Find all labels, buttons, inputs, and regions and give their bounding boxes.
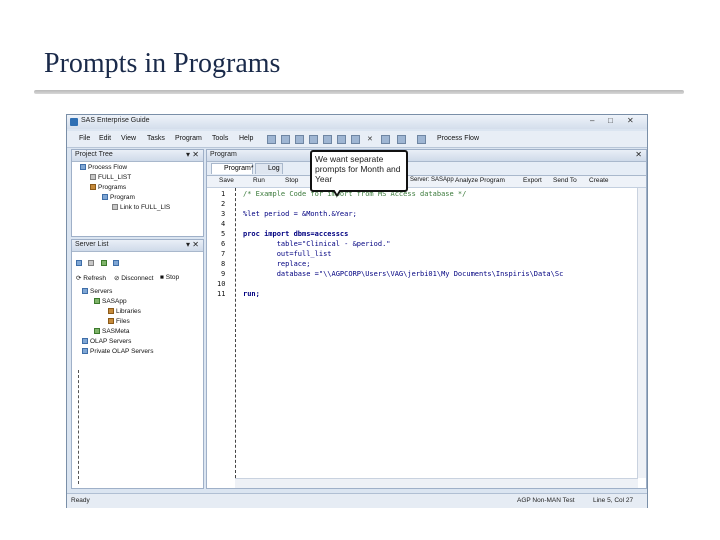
code-line: replace;: [243, 260, 311, 268]
tree-process-flow[interactable]: Process Flow: [80, 164, 127, 171]
tree-programs[interactable]: Programs: [90, 184, 126, 191]
tree-files[interactable]: Files: [108, 318, 130, 325]
run-button[interactable]: Run: [253, 177, 265, 184]
close-icon[interactable]: ✕: [635, 150, 642, 159]
paste-icon[interactable]: [351, 135, 360, 144]
tree-libraries[interactable]: Libraries: [108, 308, 141, 315]
code-line: run;: [243, 290, 260, 298]
new-icon[interactable]: [267, 135, 276, 144]
vertical-scrollbar[interactable]: [637, 188, 646, 478]
server-node-icon: [94, 298, 100, 305]
menu-program[interactable]: Program: [175, 135, 202, 142]
project-tree-header: Project Tree ▾ ✕: [72, 150, 203, 162]
status-text: Ready: [71, 497, 90, 504]
tree-link[interactable]: Link to FULL_LIS: [112, 204, 170, 211]
window-titlebar: SAS Enterprise Guide – □ ✕: [67, 115, 647, 129]
code-area[interactable]: /* Example Code for import from MS Acces…: [207, 188, 638, 478]
code-line: table="Clinical - &period.": [243, 240, 391, 248]
redo-icon[interactable]: [397, 135, 406, 144]
servers-icon: [82, 288, 88, 295]
analyze-program-button[interactable]: Analyze Program: [455, 177, 505, 184]
undo-icon[interactable]: [381, 135, 390, 144]
save-icon[interactable]: [295, 135, 304, 144]
slide-title: Prompts in Programs: [44, 48, 281, 79]
code-line: proc import dbms=accesscs: [243, 230, 349, 238]
close-icon[interactable]: ▾ ✕: [186, 150, 199, 159]
process-flow-icon: [80, 164, 86, 171]
maximize-button[interactable]: □: [608, 116, 613, 125]
status-server[interactable]: AGP Non-MAN Test: [517, 497, 575, 504]
properties-icon[interactable]: [113, 259, 120, 266]
menu-bar: File Edit View Tasks Program Tools Help …: [67, 131, 647, 148]
tree-sasmeta[interactable]: SASMeta: [94, 328, 129, 335]
files-icon: [108, 318, 114, 325]
send-to-button[interactable]: Send To: [553, 177, 577, 184]
server-list-header: Server List ▾ ✕: [72, 240, 203, 252]
connect-icon[interactable]: [100, 259, 107, 266]
tree-servers[interactable]: Servers: [82, 288, 112, 295]
server-list-panel: Server List ▾ ✕ ⟳ Refresh ⊘ Disconnect ■…: [71, 239, 204, 489]
code-line: %let period = &Month.&Year;: [243, 210, 357, 218]
tree-guide: [78, 370, 79, 484]
menu-tools[interactable]: Tools: [212, 135, 228, 142]
tab-log[interactable]: Log: [255, 163, 283, 174]
table-icon: [90, 174, 96, 181]
stop-program-button[interactable]: Stop: [285, 177, 298, 184]
link-icon: [112, 204, 118, 211]
sas-app-icon: [70, 118, 78, 126]
close-icon[interactable]: ▾ ✕: [186, 240, 199, 249]
close-window-button[interactable]: ✕: [627, 116, 634, 125]
cut-icon[interactable]: [323, 135, 332, 144]
editor-tabs: Program* Log: [207, 162, 646, 176]
print-icon[interactable]: [309, 135, 318, 144]
callout-note: We want separate prompts for Month and Y…: [310, 150, 408, 192]
menu-file[interactable]: File: [79, 135, 90, 142]
program-editor: Program ✕ Program* Log Save Run Stop Sel…: [206, 149, 647, 489]
tree-olap-servers[interactable]: OLAP Servers: [82, 338, 131, 345]
menu-edit[interactable]: Edit: [99, 135, 111, 142]
folder-icon: [90, 184, 96, 191]
menu-help[interactable]: Help: [239, 135, 253, 142]
stop-button[interactable]: ■ Stop: [160, 274, 179, 281]
project-tree-panel: Project Tree ▾ ✕ Process Flow FULL_LIST …: [71, 149, 204, 237]
tree-private-olap[interactable]: Private OLAP Servers: [82, 348, 153, 355]
code-line: database ="\\AGPCORP\Users\VAG\jerbi01\M…: [243, 270, 564, 278]
copy-icon[interactable]: [337, 135, 346, 144]
program-header: Program ✕: [207, 150, 646, 162]
tab-program[interactable]: Program*: [211, 163, 254, 174]
minimize-button[interactable]: –: [590, 116, 594, 125]
olap-icon: [82, 348, 88, 355]
disconnect-button[interactable]: ⊘ Disconnect: [114, 274, 153, 282]
horizontal-scrollbar[interactable]: [235, 478, 638, 488]
tree-full-list[interactable]: FULL_LIST: [90, 174, 131, 181]
server-icon[interactable]: [76, 259, 82, 266]
delete-icon[interactable]: ✕: [367, 135, 373, 143]
title-divider: [34, 90, 684, 94]
export-button[interactable]: Export: [523, 177, 542, 184]
libraries-icon: [108, 308, 114, 315]
olap-icon: [82, 338, 88, 345]
process-flow-button[interactable]: Process Flow: [437, 135, 479, 142]
program-icon: [102, 194, 108, 201]
tree-program[interactable]: Program: [102, 194, 135, 201]
layout-icon[interactable]: [417, 135, 426, 144]
code-line: out=full_list: [243, 250, 332, 258]
window-title: SAS Enterprise Guide: [81, 117, 150, 124]
refresh-button[interactable]: ⟳ Refresh: [76, 274, 106, 282]
callout-pointer-fill: [334, 189, 340, 194]
create-button[interactable]: Create: [589, 177, 609, 184]
save-dropdown[interactable]: Save: [219, 177, 234, 184]
menu-tasks[interactable]: Tasks: [147, 135, 165, 142]
menu-view[interactable]: View: [121, 135, 136, 142]
tree-sasapp[interactable]: SASApp: [94, 298, 127, 305]
editor-toolbar: Save Run Stop Selected Server: SASApp An…: [207, 176, 646, 188]
open-icon[interactable]: [281, 135, 290, 144]
status-bar: Ready AGP Non-MAN Test Line 5, Col 27: [67, 493, 647, 508]
server-toolbar: [76, 254, 121, 272]
library-icon[interactable]: [88, 259, 95, 266]
status-position: Line 5, Col 27: [593, 497, 634, 504]
server-node-icon: [94, 328, 100, 335]
